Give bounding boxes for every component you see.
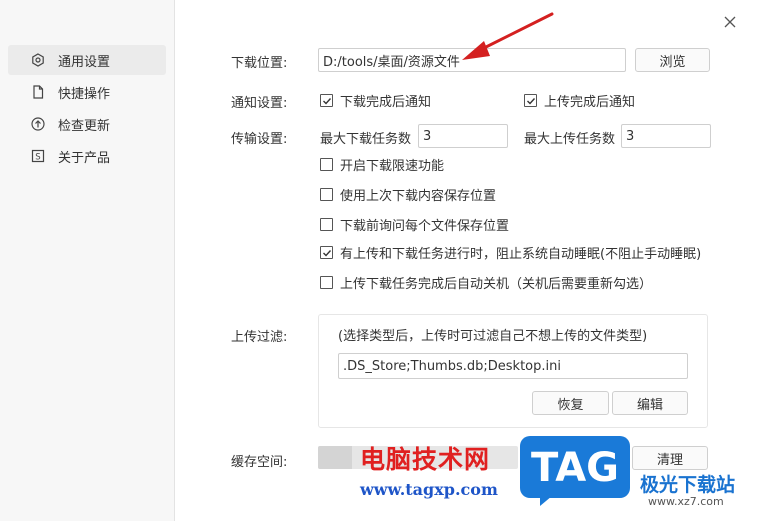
max-download-tasks-label: 最大下载任务数 (320, 132, 412, 147)
upload-filter-hint: (选择类型后，上传时可过滤自己不想上传的文件类型) (338, 329, 648, 344)
upload-filter-input[interactable] (338, 353, 688, 379)
annotation-arrow-icon (462, 12, 554, 60)
clear-cache-button[interactable]: 清理 (632, 446, 708, 470)
checkbox-checked-icon (320, 246, 333, 259)
notify-settings-label: 通知设置: (231, 96, 288, 111)
watermark-cn-text: 电脑技术网 (360, 445, 491, 474)
watermark-url: www.tagxp.com (360, 480, 498, 499)
transfer-settings-label: 传输设置: (231, 132, 288, 147)
tag-logo: TAG (518, 434, 632, 506)
sidebar: 通用设置 快捷操作 检查更新 S 关于产品 (0, 0, 175, 521)
max-upload-tasks-label: 最大上传任务数 (524, 132, 616, 147)
checkbox-label: 下载前询问每个文件保存位置 (340, 219, 510, 234)
info-square-icon: S (30, 148, 46, 164)
checkbox-unchecked-icon (320, 276, 333, 289)
max-download-tasks-input[interactable] (418, 124, 508, 148)
document-icon (30, 84, 46, 100)
upload-filter-label: 上传过滤: (231, 330, 288, 345)
upload-done-notify-checkbox[interactable]: 上传完成后通知 (524, 91, 635, 110)
edit-button[interactable]: 编辑 (612, 391, 688, 415)
tag-logo-text: TAG (531, 445, 619, 491)
watermark-site-cn: 极光下载站 (640, 474, 736, 496)
checkbox-unchecked-icon (320, 158, 333, 171)
browse-button[interactable]: 浏览 (635, 48, 710, 72)
restore-button[interactable]: 恢复 (532, 391, 609, 415)
watermark-site-url: www.xz7.com (648, 495, 724, 508)
cache-space-label: 缓存空间: (231, 455, 288, 470)
download-done-notify-checkbox[interactable]: 下载完成后通知 (320, 91, 431, 110)
sidebar-item-label: 关于产品 (58, 150, 111, 166)
checkbox-label: 上传下载任务完成后自动关机（关机后需要重新勾选） (340, 277, 653, 292)
max-upload-tasks-input[interactable] (621, 124, 711, 148)
use-last-location-checkbox[interactable]: 使用上次下载内容保存位置 (320, 185, 496, 204)
checkbox-checked-icon (524, 94, 537, 107)
checkbox-label: 开启下载限速功能 (340, 159, 445, 174)
checkbox-label: 使用上次下载内容保存位置 (340, 189, 497, 204)
download-location-label: 下载位置: (231, 56, 288, 71)
checkbox-label: 下载完成后通知 (340, 95, 432, 110)
sidebar-item-label: 检查更新 (58, 118, 111, 134)
checkbox-label: 上传完成后通知 (544, 95, 636, 110)
checkbox-label: 有上传和下载任务进行时，阻止系统自动睡眠(不阻止手动睡眠) (340, 247, 702, 262)
sidebar-item-label: 通用设置 (58, 54, 111, 70)
cache-usage-fill (318, 446, 352, 469)
checkbox-unchecked-icon (320, 218, 333, 231)
sidebar-item-check-update[interactable]: 检查更新 (8, 109, 166, 139)
sidebar-item-shortcuts[interactable]: 快捷操作 (8, 77, 166, 107)
checkbox-unchecked-icon (320, 188, 333, 201)
prevent-sleep-checkbox[interactable]: 有上传和下载任务进行时，阻止系统自动睡眠(不阻止手动睡眠) (320, 243, 701, 262)
settings-hex-icon (30, 52, 46, 68)
sidebar-item-about[interactable]: S 关于产品 (8, 141, 166, 171)
checkbox-checked-icon (320, 94, 333, 107)
ask-save-location-checkbox[interactable]: 下载前询问每个文件保存位置 (320, 215, 509, 234)
sidebar-item-label: 快捷操作 (58, 86, 111, 102)
close-icon[interactable] (722, 14, 738, 30)
upload-circle-icon (30, 116, 46, 132)
svg-text:S: S (35, 153, 40, 163)
download-speed-limit-checkbox[interactable]: 开启下载限速功能 (320, 155, 444, 174)
auto-shutdown-checkbox[interactable]: 上传下载任务完成后自动关机（关机后需要重新勾选） (320, 273, 652, 292)
sidebar-item-general-settings[interactable]: 通用设置 (8, 45, 166, 75)
